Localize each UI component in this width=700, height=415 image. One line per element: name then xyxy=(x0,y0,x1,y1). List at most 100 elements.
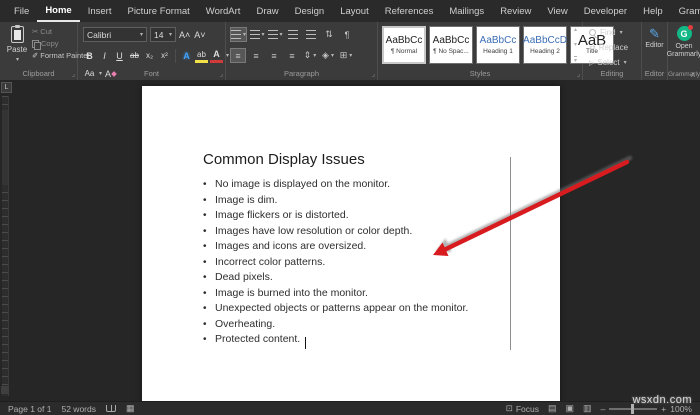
page-indicator[interactable]: Page 1 of 1 xyxy=(8,404,51,414)
font-size-value: 14 xyxy=(154,30,163,40)
menu-tab[interactable]: Design xyxy=(287,0,333,22)
bullet-item: Image flickers or is distorted. xyxy=(203,208,468,224)
bold-button[interactable]: B xyxy=(83,48,96,63)
editor-button[interactable]: ✎ Editor xyxy=(642,27,667,49)
editing-group: Find ▾ ⇄ Replace ▷ Select ▾ Editing xyxy=(583,22,642,80)
style-preview: AaBbCcD xyxy=(523,35,567,47)
multilevel-caret-icon: ▾ xyxy=(280,31,283,38)
menu-tab[interactable]: Home xyxy=(37,0,79,22)
menu-tab[interactable]: Picture Format xyxy=(119,0,197,22)
align-right-button[interactable]: ≡ xyxy=(266,48,282,63)
menu-tab[interactable]: Developer xyxy=(576,0,635,22)
decrease-indent-button[interactable] xyxy=(285,27,301,42)
justify-button[interactable]: ≡ xyxy=(284,48,300,63)
menu-tab[interactable]: View xyxy=(539,0,575,22)
focus-mode-button[interactable]: ⊡ Focus xyxy=(506,403,539,414)
menu-tab[interactable]: Review xyxy=(492,0,539,22)
replace-label: Replace xyxy=(599,43,628,52)
collapse-ribbon-icon[interactable]: ∧ xyxy=(690,70,696,79)
menu-tab[interactable]: Help xyxy=(635,0,671,22)
styles-scroll-down-icon[interactable]: ▾ xyxy=(574,41,577,48)
bullets-caret-icon: ▾ xyxy=(243,31,246,38)
editor-button-label: Editor xyxy=(645,42,663,49)
find-button[interactable]: Find ▾ xyxy=(589,28,623,37)
font-name-caret-icon: ▾ xyxy=(140,31,143,38)
text-effects-button[interactable]: A xyxy=(180,48,193,63)
zoom-slider[interactable] xyxy=(609,408,657,410)
document-bullet-list: No image is displayed on the monitor.Ima… xyxy=(203,177,468,348)
read-mode-button[interactable]: ▤ xyxy=(548,403,557,414)
subscript-button[interactable]: x₂ xyxy=(143,48,156,63)
style-card[interactable]: AaBbCc Heading 1 xyxy=(476,26,520,64)
bullets-button[interactable]: ▾ xyxy=(230,27,247,42)
shading-button[interactable]: ◈▾ xyxy=(320,48,336,63)
web-layout-button[interactable]: ▥ xyxy=(583,403,592,414)
vertical-line-shape[interactable] xyxy=(510,157,511,350)
focus-icon: ⊡ xyxy=(506,403,513,414)
italic-button[interactable]: I xyxy=(98,48,111,63)
strikethrough-button[interactable]: ab xyxy=(128,48,141,63)
shrink-font-button[interactable]: A˅ xyxy=(193,27,206,42)
bullet-item: Incorrect color patterns. xyxy=(203,255,468,271)
open-grammarly-button[interactable]: G Open Grammarly xyxy=(668,26,700,59)
tab-stop-selector[interactable]: L xyxy=(1,82,12,93)
select-icon: ▷ xyxy=(589,59,594,67)
align-center-button[interactable]: ≡ xyxy=(248,48,264,63)
sort-button[interactable]: ⇅ xyxy=(321,27,337,42)
style-card[interactable]: AaBbCcD Heading 2 xyxy=(523,26,567,64)
font-name-value: Calibri xyxy=(87,30,111,40)
word-count[interactable]: 52 words xyxy=(61,404,96,414)
menu-tab[interactable]: WordArt xyxy=(198,0,249,22)
bullet-item: Protected content. xyxy=(203,332,468,348)
style-name: ¶ Normal xyxy=(391,48,417,55)
font-dialog-launcher[interactable]: ⌟ xyxy=(220,70,223,78)
font-color-button[interactable]: A xyxy=(210,48,223,63)
numbering-button[interactable]: ▾ xyxy=(249,27,265,42)
macro-grid-icon[interactable]: ▦ xyxy=(126,403,135,414)
align-left-button[interactable]: ≡ xyxy=(230,48,246,63)
style-card[interactable]: AaBbCc ¶ Normal xyxy=(382,26,426,64)
grow-font-button[interactable]: A˄ xyxy=(178,27,191,42)
select-caret-icon: ▾ xyxy=(624,59,627,66)
multilevel-list-button[interactable]: ▾ xyxy=(267,27,283,42)
menu-tab[interactable]: Layout xyxy=(332,0,377,22)
borders-button[interactable]: ⊞▾ xyxy=(338,48,354,63)
increase-indent-button[interactable] xyxy=(303,27,319,42)
menu-tab[interactable]: File xyxy=(6,0,37,22)
menu-tab[interactable]: Insert xyxy=(80,0,120,22)
style-name: Heading 2 xyxy=(530,48,560,55)
font-size-select[interactable]: 14 ▾ xyxy=(150,27,176,42)
styles-more-icon[interactable]: ▾ xyxy=(574,56,577,64)
grammarly-icon: G xyxy=(677,26,692,41)
style-preview: AaBbCc xyxy=(480,35,517,47)
font-name-select[interactable]: Calibri ▾ xyxy=(83,27,147,42)
watermark: wsxdn.com xyxy=(632,394,692,406)
select-button[interactable]: ▷ Select ▾ xyxy=(589,58,627,67)
menu-tab[interactable]: References xyxy=(377,0,442,22)
bullet-item: Image is burned into the monitor. xyxy=(203,286,468,302)
styles-group: AaBbCc ¶ Normal AaBbCc ¶ No Spac... AaBb… xyxy=(378,22,583,80)
document-page[interactable]: Common Display Issues No image is displa… xyxy=(142,86,560,401)
line-spacing-button[interactable]: ⇕▾ xyxy=(302,48,318,63)
show-paragraph-marks-button[interactable]: ¶ xyxy=(339,27,355,42)
styles-dialog-launcher[interactable]: ⌟ xyxy=(577,70,580,78)
menu-tab[interactable]: Grammarly xyxy=(671,0,700,22)
bullet-item: Overheating. xyxy=(203,317,468,333)
highlight-color-button[interactable]: ab xyxy=(195,48,208,63)
proofing-icon[interactable] xyxy=(106,405,116,412)
menu-tab[interactable]: Draw xyxy=(248,0,286,22)
replace-button[interactable]: ⇄ Replace xyxy=(589,43,628,52)
print-layout-button[interactable]: ▣ xyxy=(566,403,575,414)
styles-scroll-up-icon[interactable]: ▴ xyxy=(574,26,577,33)
style-card[interactable]: AaBbCc ¶ No Spac... xyxy=(429,26,473,64)
clipboard-dialog-launcher[interactable]: ⌟ xyxy=(72,70,75,78)
paste-button[interactable]: Paste ▾ xyxy=(4,26,30,68)
document-title: Common Display Issues xyxy=(203,151,365,168)
paragraph-dialog-launcher[interactable]: ⌟ xyxy=(372,70,375,78)
borders-caret-icon: ▾ xyxy=(349,52,352,59)
underline-button[interactable]: U xyxy=(113,48,126,63)
zoom-out-button[interactable]: – xyxy=(601,404,606,414)
menu-tab[interactable]: Mailings xyxy=(441,0,492,22)
scroll-nub[interactable] xyxy=(1,386,9,394)
superscript-button[interactable]: x² xyxy=(158,48,171,63)
